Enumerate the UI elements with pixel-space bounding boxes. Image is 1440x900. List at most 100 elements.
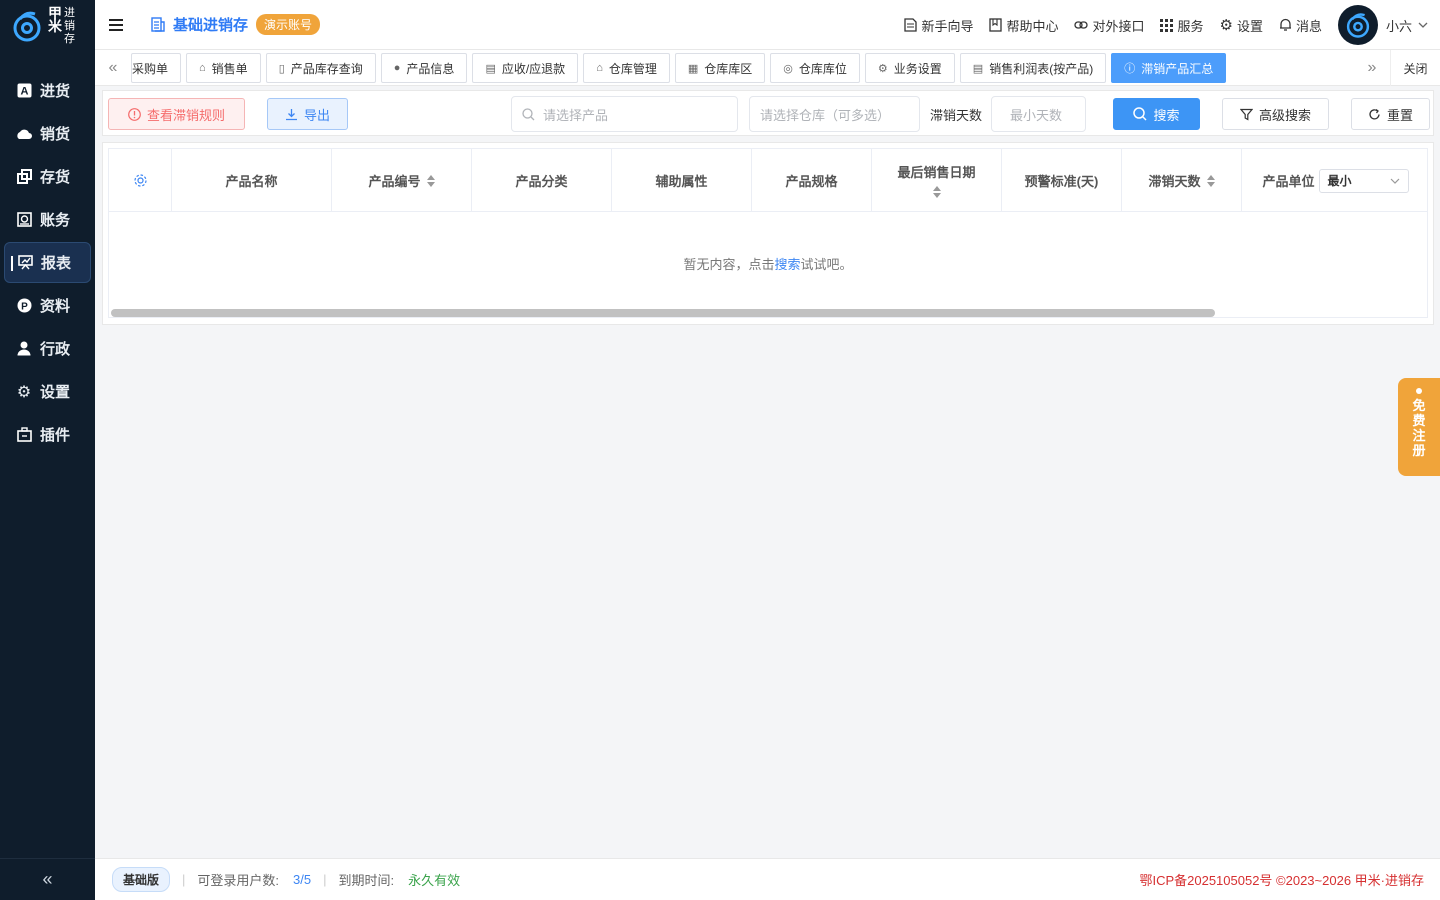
empty-search-link[interactable]: 搜索 <box>774 257 800 272</box>
settings-link[interactable]: ⚙ 设置 <box>1220 16 1263 35</box>
export-label: 导出 <box>303 107 330 123</box>
sales-icon <box>16 126 32 142</box>
tab-item[interactable]: ▯ 产品库存查询 <box>265 53 376 83</box>
api-link[interactable]: 对外接口 <box>1074 16 1144 35</box>
sidebar-item-finance[interactable]: 账务 <box>4 199 91 240</box>
tab-item[interactable]: ⌂ 仓库管理 <box>583 53 670 83</box>
tab-label: 仓库库区 <box>704 61 753 76</box>
tab-icon: ⌂ <box>596 62 603 74</box>
sidebar-item-label: 存货 <box>40 169 71 186</box>
tab-item[interactable]: ▦ 仓库库区 <box>674 53 766 83</box>
col-last-sale-date[interactable]: 最后销售日期 <box>872 149 1002 212</box>
guide-icon <box>904 18 918 32</box>
min-days-input[interactable]: 最小天数 <box>991 96 1086 132</box>
guide-label: 新手向导 <box>921 18 974 34</box>
sidebar-item-label: 销货 <box>40 126 71 143</box>
sidebar-collapse-button[interactable]: « <box>0 858 95 900</box>
sort-icon[interactable] <box>1206 174 1215 188</box>
tab-icon: ● <box>393 62 401 74</box>
col-aux-attribute: 辅助属性 <box>612 149 752 212</box>
view-rule-label: 查看滞销规则 <box>146 107 225 123</box>
search-icon <box>522 107 535 120</box>
tab-label: 应收/应退款 <box>501 61 566 76</box>
tab-item[interactable]: ◎ 仓库库位 <box>770 53 860 83</box>
tab-bar: « 采购单 ⌂ 销售单 ▯ 产品库存查询 ● 产品信息 ▤ 应收/应退款 ⌂ 仓库管理 ▦ 仓库库区 ◎ 仓… <box>95 50 1440 86</box>
chevron-down-icon[interactable] <box>1418 22 1428 28</box>
tab-item[interactable]: ⌂ 销售单 <box>186 53 261 83</box>
search-label: 搜索 <box>1153 107 1180 123</box>
filter-icon <box>1239 108 1253 121</box>
brand-logo[interactable]: 甲 进 米 销 存 <box>10 6 90 46</box>
col-product-category: 产品分类 <box>472 149 612 212</box>
sidebar-item-admin[interactable]: 行政 <box>4 328 91 369</box>
logo-icon <box>13 11 41 42</box>
dot-icon <box>1416 388 1422 394</box>
tab-item[interactable]: ● 产品信息 <box>380 53 468 83</box>
gear-icon <box>133 174 147 187</box>
sidebar-item-settings[interactable]: ⚙ 设置 <box>4 371 91 412</box>
view-rule-button[interactable]: 查看滞销规则 <box>108 98 245 130</box>
warehouse-select[interactable]: 请选择仓库（可多选） <box>749 96 920 132</box>
close-tabs-button[interactable]: 关闭 <box>1390 50 1440 86</box>
free-register-tab[interactable]: 免 费 注 册 <box>1398 378 1440 476</box>
search-button[interactable]: 搜索 <box>1113 98 1200 130</box>
admin-icon <box>16 341 32 357</box>
brand-text: 甲 进 米 销 存 <box>48 6 76 46</box>
sidebar-item-data[interactable]: P 资料 <box>4 285 91 326</box>
user-name[interactable]: 小六 <box>1386 16 1412 35</box>
tab-item[interactable]: 采购单 <box>131 53 182 83</box>
horizontal-scrollbar[interactable] <box>111 309 1215 317</box>
sidebar-item-plugin[interactable]: 插件 <box>4 414 91 455</box>
icp-link[interactable]: 鄂ICP备2025105052号 ©2023~2026 甲米·进销存 <box>1139 870 1424 889</box>
sort-icon[interactable] <box>426 174 435 188</box>
tab-list: 采购单 ⌂ 销售单 ▯ 产品库存查询 ● 产品信息 ▤ 应收/应退款 ⌂ 仓库管理 ▦ 仓库库区 ◎ 仓库库… <box>131 53 1354 83</box>
service-link[interactable]: 服务 <box>1160 16 1204 35</box>
sort-icon[interactable] <box>932 185 941 199</box>
tab-scroll-left-button[interactable]: « <box>95 50 131 86</box>
tab-icon: ⓘ <box>1124 63 1136 75</box>
menu-toggle-icon[interactable] <box>109 18 123 31</box>
col-unsold-days[interactable]: 滞销天数 <box>1122 149 1242 212</box>
tab-icon: ▯ <box>278 62 285 75</box>
tab-item[interactable]: ⚙ 业务设置 <box>864 53 955 83</box>
export-button[interactable]: 导出 <box>267 98 348 130</box>
download-icon <box>285 108 297 120</box>
sidebar-item-label: 进货 <box>40 83 71 100</box>
messages-link[interactable]: 消息 <box>1279 16 1322 35</box>
tab-scroll-right-button[interactable]: » <box>1354 50 1390 86</box>
col-product-code[interactable]: 产品编号 <box>332 149 472 212</box>
double-chevron-left-icon: « <box>42 869 53 889</box>
col-label: 产品编号 <box>368 174 421 189</box>
reset-button[interactable]: 重置 <box>1351 98 1430 130</box>
col-label: 产品单位 <box>1262 174 1315 189</box>
col-label: 预警标准(天) <box>1024 174 1099 189</box>
users-value: 3/5 <box>293 872 312 887</box>
product-select[interactable]: 请选择产品 <box>511 96 738 132</box>
unit-select[interactable]: 最小 <box>1318 168 1409 193</box>
service-label: 服务 <box>1177 18 1204 34</box>
min-days-placeholder: 最小天数 <box>1010 107 1063 123</box>
sidebar-item-purchase[interactable]: A 进货 <box>4 70 91 111</box>
column-settings-button[interactable] <box>109 149 172 212</box>
guide-link[interactable]: 新手向导 <box>904 16 973 35</box>
days-label: 滞销天数 <box>930 107 983 123</box>
tab-item[interactable]: ▤ 应收/应退款 <box>472 53 579 83</box>
brand-char: 进 <box>64 6 75 19</box>
brand-char: 存 <box>64 32 75 45</box>
tab-label: 产品信息 <box>406 61 455 76</box>
avatar[interactable] <box>1337 5 1378 45</box>
search-icon <box>1133 107 1148 121</box>
divider: | <box>323 872 327 887</box>
tab-item[interactable]: ⓘ 滞销产品汇总 <box>1111 53 1227 83</box>
advanced-search-button[interactable]: 高级搜索 <box>1222 98 1329 130</box>
tab-label: 仓库库位 <box>798 61 847 76</box>
divider: | <box>182 872 186 887</box>
filter-toolbar: 查看滞销规则 导出 请选择产品 请选择仓库（可多选） 滞销天数 最小天数 搜索 … <box>102 90 1434 136</box>
tab-item[interactable]: ▤ 销售利润表(按产品) <box>959 53 1107 83</box>
sidebar-item-inventory[interactable]: 存货 <box>4 156 91 197</box>
unit-select-value: 最小 <box>1327 174 1352 188</box>
help-center-link[interactable]: 帮助中心 <box>989 16 1058 35</box>
sidebar-item-report[interactable]: 报表 <box>4 242 91 283</box>
sidebar-item-sales[interactable]: 销货 <box>4 113 91 154</box>
alert-circle-icon <box>128 107 141 121</box>
